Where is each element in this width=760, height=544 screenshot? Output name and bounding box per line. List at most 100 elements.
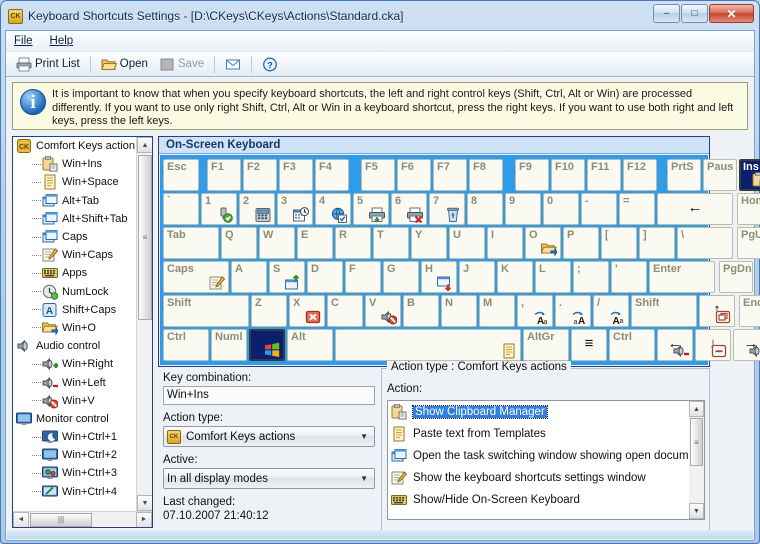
key-f5[interactable]: F5	[361, 159, 395, 191]
key-ctrl[interactable]: Ctrl	[609, 329, 655, 361]
key-s[interactable]: S	[269, 261, 305, 293]
key-q[interactable]: Q	[221, 227, 257, 259]
action-scroll-down-button[interactable]: ▼	[689, 503, 704, 519]
key-altgr[interactable]: AltGr	[523, 329, 569, 361]
key-[interactable]: / Aa	[593, 295, 629, 327]
mail-button[interactable]	[221, 54, 245, 75]
tree-item-5[interactable]: Caps	[13, 228, 135, 246]
tree-horizontal-scrollbar[interactable]: ◄ ||| ►	[13, 511, 152, 527]
key-a[interactable]: A	[231, 261, 267, 293]
key-z[interactable]: Z	[251, 295, 287, 327]
key-j[interactable]: J	[459, 261, 495, 293]
menu-help[interactable]: Help	[50, 35, 74, 47]
key-[interactable]: ]	[639, 227, 675, 259]
tree-item-7[interactable]: Apps	[13, 264, 135, 282]
tree-item-13[interactable]: Win+Left	[13, 373, 135, 391]
key-t[interactable]: T	[373, 227, 409, 259]
tree-item-18[interactable]: Win+Ctrl+3	[13, 464, 135, 482]
key-3[interactable]: 3	[277, 193, 313, 225]
key-7[interactable]: 7	[429, 193, 465, 225]
action-list[interactable]: Show Clipboard Manager Paste text from Te…	[387, 400, 705, 520]
key-l[interactable]: L	[535, 261, 571, 293]
key-shift[interactable]: Shift	[163, 295, 249, 327]
key-x[interactable]: X	[289, 295, 325, 327]
active-select[interactable]: In all display modes ▼	[163, 468, 375, 489]
key-w[interactable]: W	[259, 227, 295, 259]
maximize-button[interactable]: □	[681, 4, 708, 23]
tree-item-8[interactable]: NumLock	[13, 283, 135, 301]
key-r4-12[interactable]: ↑	[699, 295, 735, 327]
action-scroll-thumb[interactable]: ≡	[690, 418, 703, 466]
action-type-select[interactable]: CK Comfort Keys actions ▼	[163, 426, 375, 447]
key-8[interactable]: 8	[467, 193, 503, 225]
tree-item-10[interactable]: Win+O	[13, 319, 135, 337]
key-tab[interactable]: Tab	[163, 227, 219, 259]
key-[interactable]: =	[619, 193, 655, 225]
key-pgdn[interactable]: PgDn	[719, 261, 753, 293]
key-0[interactable]: 0	[543, 193, 579, 225]
key-e[interactable]: E	[297, 227, 333, 259]
tree-item-6[interactable]: Win+Caps	[13, 246, 135, 264]
key-v[interactable]: V	[365, 295, 401, 327]
key-ins[interactable]: Ins	[739, 159, 760, 191]
key-5[interactable]: 5	[353, 193, 389, 225]
action-scroll-up-button[interactable]: ▲	[689, 401, 704, 417]
key-y[interactable]: Y	[411, 227, 447, 259]
action-list-scrollbar[interactable]: ▲ ≡ ▼	[689, 401, 704, 519]
key-f1[interactable]: F1	[207, 159, 241, 191]
key-r5-6[interactable]: ≡	[571, 329, 607, 361]
tree-item-16[interactable]: Win+Ctrl+1	[13, 428, 135, 446]
shortcut-tree[interactable]: CK Comfort Keys action Win+Ins Win+Space Alt…	[13, 137, 135, 497]
key-combination-input[interactable]: Win+Ins	[163, 386, 375, 405]
tree-scroll-up-button[interactable]: ▲	[137, 137, 152, 153]
key-[interactable]: '	[611, 261, 647, 293]
key-1[interactable]: 1	[201, 193, 237, 225]
key-ctrl[interactable]: Ctrl	[163, 329, 209, 361]
key-r5-2[interactable]	[249, 329, 285, 361]
tree-item-1[interactable]: Win+Ins	[13, 155, 135, 173]
key-r1-13[interactable]: ←	[657, 193, 733, 225]
key-f10[interactable]: F10	[551, 159, 585, 191]
key-u[interactable]: U	[449, 227, 485, 259]
tree-scroll-right-button[interactable]: ►	[136, 511, 152, 527]
tree-scroll-thumb[interactable]: ≡	[138, 155, 152, 320]
key-r5-8[interactable]: ←	[657, 329, 693, 361]
key-m[interactable]: M	[479, 295, 515, 327]
tree-item-2[interactable]: Win+Space	[13, 173, 135, 191]
tree-item-17[interactable]: Win+Ctrl+2	[13, 446, 135, 464]
key-o[interactable]: O	[525, 227, 561, 259]
key-d[interactable]: D	[307, 261, 343, 293]
key-paus[interactable]: Paus	[703, 159, 737, 191]
key-prts[interactable]: PrtS	[667, 159, 701, 191]
key-[interactable]: [	[601, 227, 637, 259]
tree-scroll-left-button[interactable]: ◄	[13, 511, 29, 527]
tree-group-15[interactable]: Monitor control	[13, 410, 135, 428]
print-list-button[interactable]: Print List	[12, 54, 84, 75]
key-p[interactable]: P	[563, 227, 599, 259]
key-r5-4[interactable]	[335, 329, 521, 361]
tree-scroll-down-button[interactable]: ▼	[137, 495, 152, 511]
tree-item-19[interactable]: Win+Ctrl+4	[13, 483, 135, 497]
tree-item-12[interactable]: Win+Right	[13, 355, 135, 373]
key-caps[interactable]: Caps	[163, 261, 229, 293]
key-b[interactable]: B	[403, 295, 439, 327]
key-f3[interactable]: F3	[279, 159, 313, 191]
key-alt[interactable]: Alt	[287, 329, 333, 361]
tree-group-11[interactable]: Audio control	[13, 337, 135, 355]
key-[interactable]: . aA	[555, 295, 591, 327]
key-c[interactable]: C	[327, 295, 363, 327]
close-button[interactable]: ✕	[709, 4, 754, 23]
key-4[interactable]: 4	[315, 193, 351, 225]
key-pgup[interactable]: PgUp	[737, 227, 760, 259]
key-6[interactable]: 6	[391, 193, 427, 225]
key-[interactable]: -	[581, 193, 617, 225]
key-2[interactable]: 2	[239, 193, 275, 225]
key-shift[interactable]: Shift	[631, 295, 697, 327]
key-f[interactable]: F	[345, 261, 381, 293]
key-g[interactable]: G	[383, 261, 419, 293]
key-enter[interactable]: Enter	[649, 261, 715, 293]
action-item-3[interactable]: Show the keyboard shortcuts settings win…	[388, 467, 704, 489]
key-f4[interactable]: F4	[315, 159, 349, 191]
key-[interactable]: `	[163, 193, 199, 225]
tree-group-0[interactable]: CK Comfort Keys action	[13, 137, 135, 155]
